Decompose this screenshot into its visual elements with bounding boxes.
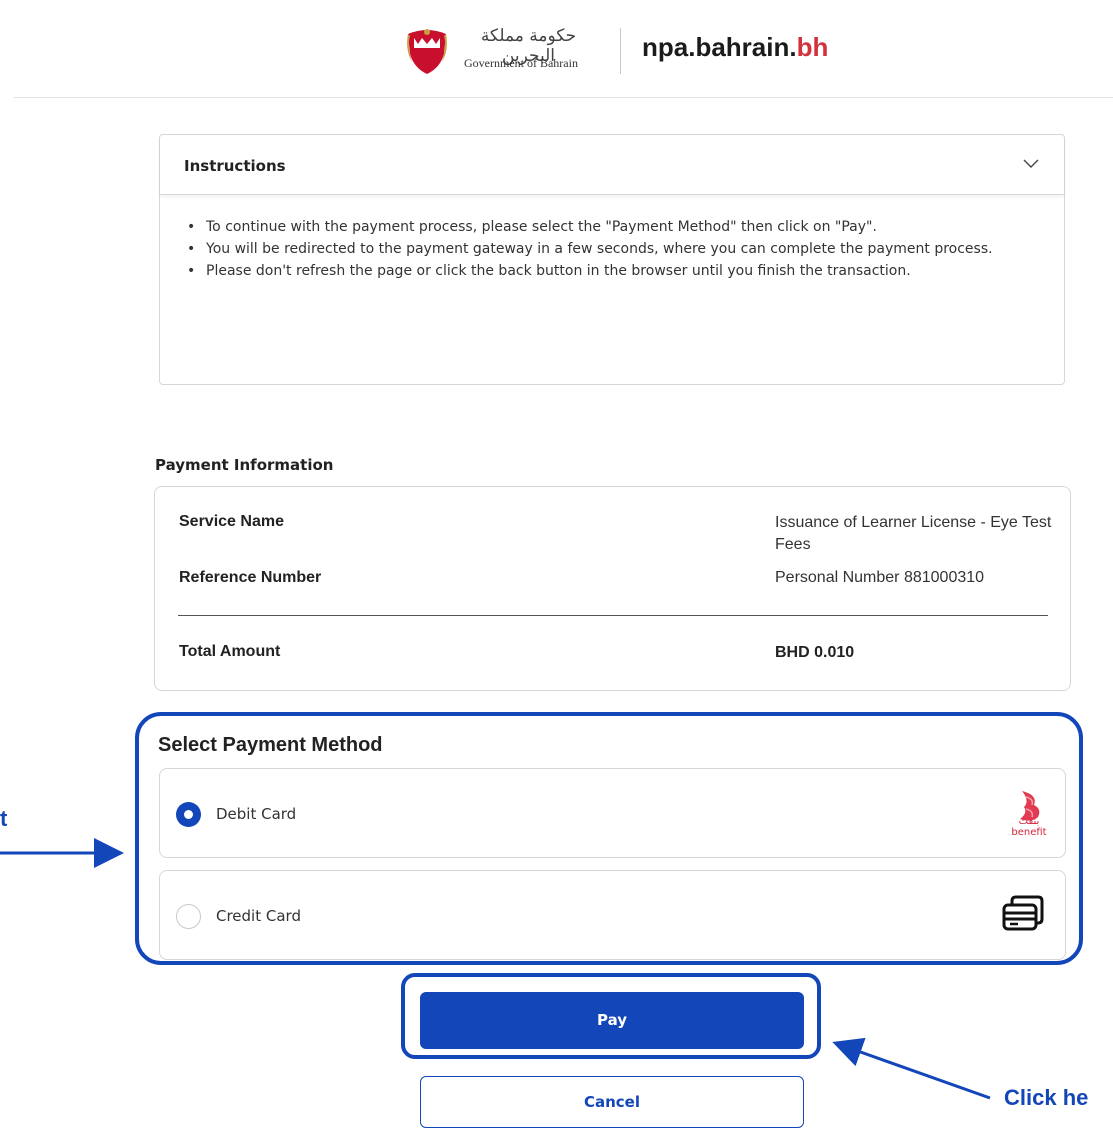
arrow-to-pay-button	[832, 1037, 991, 1100]
gov-english-name: Government of Bahrain	[464, 56, 578, 70]
instructions-header[interactable]: Instructions	[160, 135, 1064, 195]
annotation-text-left: t	[0, 806, 8, 831]
payment-method-highlight	[135, 712, 1083, 965]
site-name-main: npa.bahrain.	[642, 32, 797, 62]
chevron-down-icon[interactable]	[1022, 157, 1040, 171]
site-header: حكومة مملكة البحرين Government of Bahrai…	[14, 0, 1113, 98]
annotation-text-click-here: Click he	[1004, 1085, 1089, 1110]
instruction-item: Please don't refresh the page or click t…	[184, 261, 1024, 282]
cancel-button[interactable]: Cancel	[420, 1076, 804, 1128]
bahrain-emblem-icon	[407, 29, 447, 74]
service-name-value: Issuance of Learner License - Eye Test F…	[775, 514, 1052, 553]
instruction-item: To continue with the payment process, pl…	[184, 217, 1024, 238]
instruction-item: You will be redirected to the payment ga…	[184, 239, 1024, 260]
instructions-list: To continue with the payment process, pl…	[184, 217, 1024, 283]
instructions-panel: Instructions To continue with the paymen…	[159, 134, 1065, 385]
total-amount-label: Total Amount	[179, 643, 281, 660]
site-name[interactable]: npa.bahrain.bh	[642, 32, 828, 63]
reference-number-label: Reference Number	[179, 569, 322, 586]
total-amount-value: BHD 0.010	[775, 644, 855, 661]
site-name-tld: bh	[796, 32, 829, 62]
instructions-title: Instructions	[184, 157, 286, 175]
pay-button[interactable]: Pay	[420, 992, 804, 1049]
header-divider	[620, 28, 621, 74]
divider	[178, 615, 1048, 616]
payment-info-card: Service Name Issuance of Learner License…	[154, 486, 1071, 691]
payment-info-label: Payment Information	[155, 456, 334, 474]
reference-number-value: Personal Number 881000310	[775, 569, 985, 586]
service-name-label: Service Name	[179, 513, 284, 530]
